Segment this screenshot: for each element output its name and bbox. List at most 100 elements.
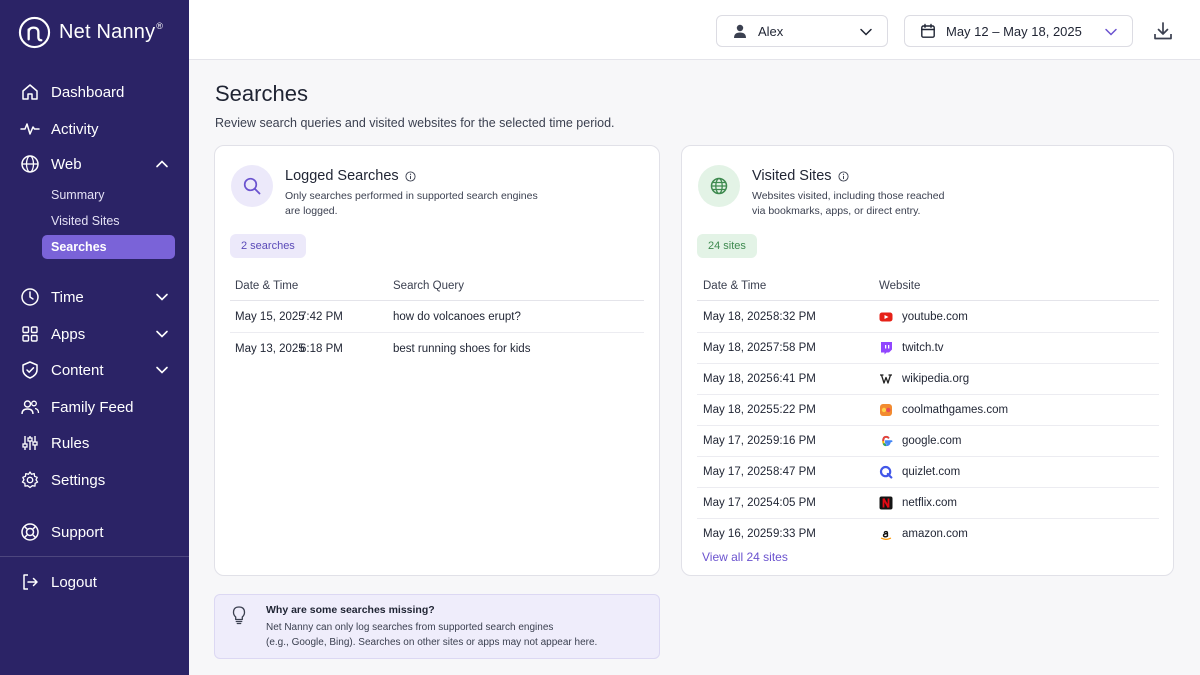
row-website[interactable]: coolmathgames.com (902, 404, 1008, 416)
activity-pulse-icon (20, 119, 40, 139)
sidebar-subitem-searches[interactable]: Searches (42, 235, 175, 259)
coolmathgames-icon (879, 403, 893, 417)
download-icon[interactable] (1152, 20, 1174, 42)
row-query: how do volcanoes erupt? (393, 311, 521, 323)
sidebar-item-content[interactable]: Content (0, 355, 189, 385)
sidebar-item-family-feed[interactable]: Family Feed (0, 392, 189, 422)
clock-icon (20, 287, 40, 307)
chevron-down-icon[interactable] (155, 363, 169, 377)
sidebar-item-activity[interactable]: Activity (0, 114, 189, 144)
row-website[interactable]: amazon.com (902, 528, 968, 540)
row-time: 9:33 PM (773, 528, 816, 540)
chevron-down-icon[interactable] (155, 290, 169, 304)
top-bar: Alex May 12 – May 18, 2025 (189, 0, 1200, 60)
table-row[interactable]: May 18, 2025 8:32 PM youtube.com (697, 302, 1159, 333)
row-date: May 16, 2025 (703, 528, 773, 540)
shield-check-icon (20, 360, 40, 380)
sidebar-item-label: Dashboard (51, 83, 125, 101)
view-all-sites-link[interactable]: View all 24 sites (702, 550, 788, 564)
table-row[interactable]: May 18, 2025 5:22 PM coolmathgames.com (697, 395, 1159, 426)
row-date: May 13, 2025 (235, 343, 305, 355)
sidebar-item-rules[interactable]: Rules (0, 428, 189, 458)
row-time: 8:47 PM (773, 466, 816, 478)
row-time: 5:22 PM (773, 404, 816, 416)
quizlet-icon (879, 465, 893, 479)
row-date: May 17, 2025 (703, 497, 773, 509)
sidebar-item-label: Activity (51, 120, 99, 138)
globe-icon (710, 177, 728, 195)
row-time: 7:58 PM (773, 342, 816, 354)
sidebar-item-logout[interactable]: Logout (0, 567, 189, 597)
table-row[interactable]: May 17, 2025 8:47 PM quizlet.com (697, 457, 1159, 488)
visited-sites-card: Visited Sites Websites visited, includin… (681, 145, 1174, 576)
sidebar: Net Nanny® Dashboard Activity Web Summar… (0, 0, 189, 675)
apps-grid-icon (20, 324, 40, 344)
row-website[interactable]: youtube.com (902, 311, 968, 323)
note-body: Net Nanny can only log searches from sup… (266, 622, 598, 648)
sidebar-item-settings[interactable]: Settings (0, 465, 189, 495)
info-icon[interactable] (837, 170, 849, 182)
row-website[interactable]: wikipedia.org (902, 373, 969, 385)
row-date: May 17, 2025 (703, 466, 773, 478)
sidebar-subitem-summary[interactable]: Summary (42, 183, 175, 207)
sidebar-subitem-visited-sites[interactable]: Visited Sites (42, 209, 175, 233)
table-row[interactable]: May 15, 2025 7:42 PM how do volcanoes er… (230, 302, 644, 333)
info-icon[interactable] (405, 170, 416, 182)
sites-table-header: Date & Time Website (697, 271, 1159, 301)
search-icon-badge (231, 165, 273, 207)
sidebar-item-time[interactable]: Time (0, 282, 189, 312)
sidebar-item-apps[interactable]: Apps (0, 319, 189, 349)
row-website[interactable]: google.com (902, 435, 961, 447)
sliders-icon (20, 433, 40, 453)
site-count-badge: 24 sites (697, 234, 757, 258)
date-range-selector[interactable]: May 12 – May 18, 2025 (904, 15, 1133, 47)
note-title: Why are some searches missing? (266, 604, 435, 616)
card-description: Only searches performed in supported sea… (285, 190, 538, 217)
netflix-icon (879, 496, 893, 510)
row-time: 9:16 PM (773, 435, 816, 447)
table-row[interactable]: May 17, 2025 9:16 PM google.com (697, 426, 1159, 457)
profile-selector[interactable]: Alex (716, 15, 888, 47)
table-row[interactable]: May 16, 2025 9:33 PM amazon.com (697, 519, 1159, 550)
date-range-text: May 12 – May 18, 2025 (946, 23, 1082, 39)
sidebar-item-dashboard[interactable]: Dashboard (0, 77, 189, 107)
missing-searches-note: Why are some searches missing? Net Nanny… (214, 594, 660, 659)
row-date: May 17, 2025 (703, 435, 773, 447)
table-row[interactable]: May 17, 2025 4:05 PM netflix.com (697, 488, 1159, 519)
brand-name: Net Nanny® (59, 20, 164, 43)
page-subtitle: Review search queries and visited websit… (215, 116, 615, 130)
table-row[interactable]: May 18, 2025 7:58 PM twitch.tv (697, 333, 1159, 364)
sidebar-item-support[interactable]: Support (0, 517, 189, 547)
sidebar-item-label: Family Feed (51, 398, 134, 416)
row-date: May 18, 2025 (703, 342, 773, 354)
search-count-badge: 2 searches (230, 234, 306, 258)
row-website[interactable]: netflix.com (902, 497, 957, 509)
sidebar-item-label: Support (51, 523, 104, 541)
row-website[interactable]: twitch.tv (902, 342, 944, 354)
home-icon (20, 82, 40, 102)
table-row[interactable]: May 13, 2025 6:18 PM best running shoes … (230, 334, 644, 365)
amazon-icon (879, 527, 893, 541)
user-icon (734, 24, 746, 38)
people-icon (20, 397, 40, 417)
table-row[interactable]: May 18, 2025 6:41 PM wikipedia.org (697, 364, 1159, 395)
column-header-date: Date & Time (703, 280, 767, 292)
brand-logo[interactable]: Net Nanny® (18, 15, 163, 49)
chevron-down-icon (860, 28, 872, 36)
calendar-icon (921, 23, 935, 38)
row-website[interactable]: quizlet.com (902, 466, 960, 478)
row-date: May 18, 2025 (703, 373, 773, 385)
row-time: 6:18 PM (300, 343, 343, 355)
card-description: Websites visited, including those reache… (752, 190, 945, 217)
card-title: Visited Sites (752, 168, 849, 184)
sidebar-item-label: Content (51, 361, 104, 379)
lifebuoy-icon (20, 522, 40, 542)
sidebar-item-label: Web (51, 155, 82, 173)
chevron-up-icon[interactable] (155, 157, 169, 171)
gear-icon (20, 470, 40, 490)
globe-icon-badge (698, 165, 740, 207)
net-nanny-logo-icon (18, 16, 51, 48)
chevron-down-icon[interactable] (155, 327, 169, 341)
row-time: 6:41 PM (773, 373, 816, 385)
sidebar-item-web[interactable]: Web (0, 149, 189, 179)
